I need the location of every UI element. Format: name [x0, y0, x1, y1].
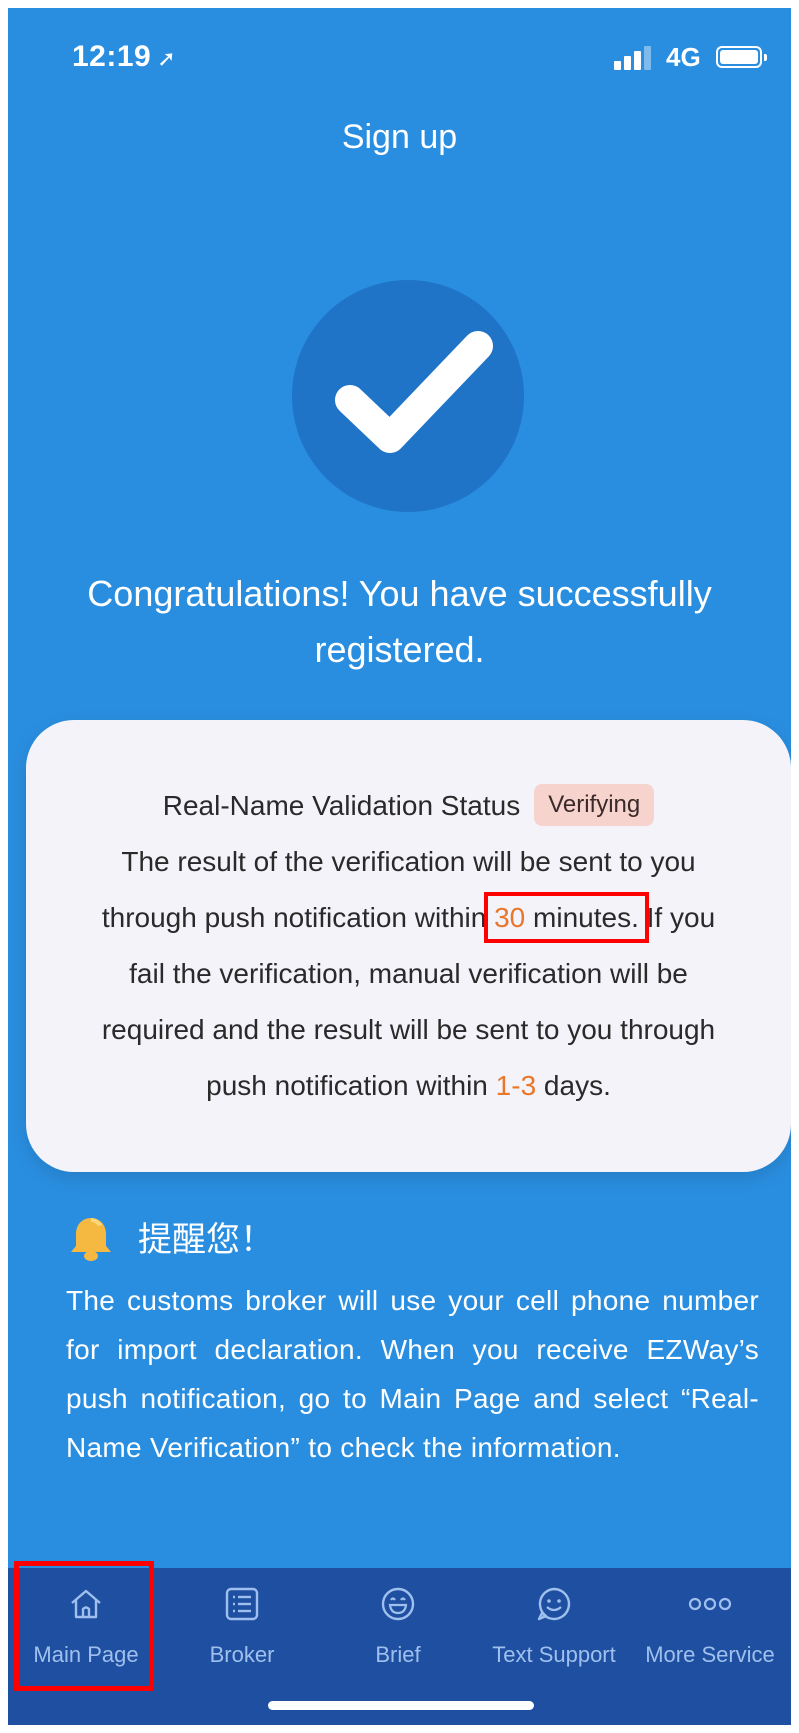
reminder-text: The customs broker will use your cell ph… [66, 1285, 759, 1463]
chat-smile-icon [537, 1587, 571, 1621]
tab-label: More Service [645, 1642, 775, 1667]
card-line-1: The result of the verification will be s… [121, 846, 696, 877]
more-icon [688, 1597, 732, 1611]
page-title: Sign up [341, 118, 458, 156]
validation-status-card: Real-Name Validation Status Verifying The… [26, 720, 791, 1172]
card-line-5-prefix: push notification within [206, 1070, 496, 1101]
days-value: 1-3 [495, 1070, 537, 1101]
minutes-value: 30 [494, 902, 526, 933]
card-line-4: required and the result will be sent to … [101, 1014, 716, 1045]
status-row: Real-Name Validation Status Verifying [56, 778, 761, 834]
status-bar: 12:19 ➚ 4G [8, 8, 791, 98]
location-arrow-icon: ➚ [157, 46, 177, 71]
card-line-2: through push notification within 30 minu… [56, 890, 761, 946]
success-message: Congratulations! You have successfully r… [87, 573, 712, 670]
minutes-highlight: 30 minutes. [484, 892, 649, 943]
main-page-highlight [14, 1561, 154, 1691]
tab-more-service[interactable]: More Service [632, 1568, 788, 1678]
time-text: 12:19 [72, 40, 152, 73]
card-line-5-suffix: days. [536, 1070, 611, 1101]
smile-icon [381, 1587, 415, 1621]
status-label: Real-Name Validation Status [162, 790, 521, 821]
card-line-2-suffix: If you [638, 902, 716, 933]
network-type: 4G [666, 42, 701, 72]
tab-label: Broker [209, 1642, 275, 1667]
battery-icon [716, 46, 767, 68]
list-icon [225, 1587, 259, 1621]
card-line-3: fail the verification, manual verificati… [129, 958, 688, 989]
card-line-5: push notification within 1-3 days. [56, 1058, 761, 1114]
status-badge: Verifying [534, 783, 655, 826]
success-check-icon [292, 280, 524, 512]
card-line-2-prefix: through push notification within [101, 902, 495, 933]
reminder-title: 提醒您！ [138, 1220, 274, 1260]
minutes-unit: minutes. [525, 902, 639, 933]
status-time: 12:19 ➚ [72, 40, 176, 74]
tab-label: Text Support [492, 1642, 616, 1667]
tab-broker[interactable]: Broker [164, 1568, 320, 1678]
tab-text-support[interactable]: Text Support [476, 1568, 632, 1678]
signal-icon [614, 46, 654, 70]
sign-up-screen: 12:19 ➚ 4G Sign up Congratulations! You h… [8, 8, 791, 1725]
bell-icon [71, 1218, 111, 1261]
tab-brief[interactable]: Brief [320, 1568, 476, 1678]
tab-label: Brief [375, 1642, 421, 1667]
home-indicator [268, 1701, 534, 1710]
